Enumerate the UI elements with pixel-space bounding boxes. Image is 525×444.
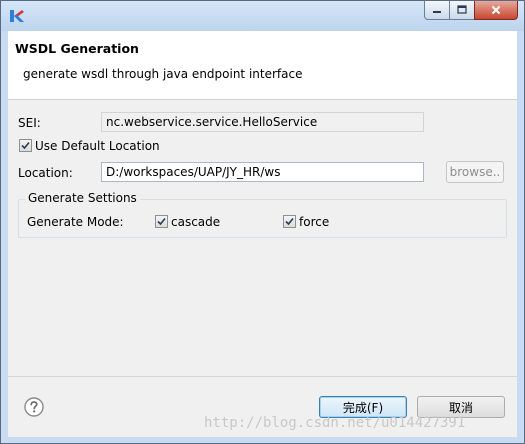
footer-divider <box>8 376 517 377</box>
location-label: Location: <box>18 166 73 180</box>
dialog-client-area: WSDL Generation generate wsdl through ja… <box>8 31 517 437</box>
checkmark-icon <box>285 217 294 226</box>
generate-settings-group: Generate Settions Generate Mode: cascade… <box>18 191 507 238</box>
maximize-button[interactable] <box>449 1 475 20</box>
watermark-text: http://blog.csdn.net/u014427391 <box>204 415 466 431</box>
maximize-icon <box>457 5 467 14</box>
generate-mode-label: Generate Mode: <box>27 215 124 229</box>
dialog-description: generate wsdl through java endpoint inte… <box>23 67 303 81</box>
cascade-checkbox[interactable] <box>155 215 168 228</box>
force-checkbox[interactable] <box>283 215 296 228</box>
app-logo-icon <box>10 10 24 22</box>
dialog-window: WSDL Generation generate wsdl through ja… <box>0 0 525 444</box>
force-label[interactable]: force <box>299 215 329 229</box>
cascade-label[interactable]: cascade <box>171 215 220 229</box>
use-default-location-label[interactable]: Use Default Location <box>35 139 160 153</box>
checkmark-icon <box>21 141 30 150</box>
dialog-title: WSDL Generation <box>15 41 139 56</box>
close-button[interactable] <box>474 1 518 20</box>
title-banner: WSDL Generation generate wsdl through ja… <box>8 31 517 100</box>
sei-field: nc.webservice.service.HelloService <box>101 112 424 132</box>
minimize-icon <box>433 11 441 13</box>
minimize-button[interactable] <box>424 1 450 20</box>
window-controls <box>424 1 518 21</box>
help-icon[interactable] <box>24 397 44 417</box>
checkmark-icon <box>157 217 166 226</box>
title-bar[interactable] <box>1 1 524 31</box>
sei-label: SEI: <box>18 116 41 130</box>
location-input[interactable]: D:/workspaces/UAP/JY_HR/ws <box>101 162 424 182</box>
browse-button[interactable]: browse.. <box>446 161 504 183</box>
generate-settings-title: Generate Settions <box>25 191 140 205</box>
close-icon <box>491 5 501 15</box>
use-default-location-checkbox[interactable] <box>19 139 32 152</box>
